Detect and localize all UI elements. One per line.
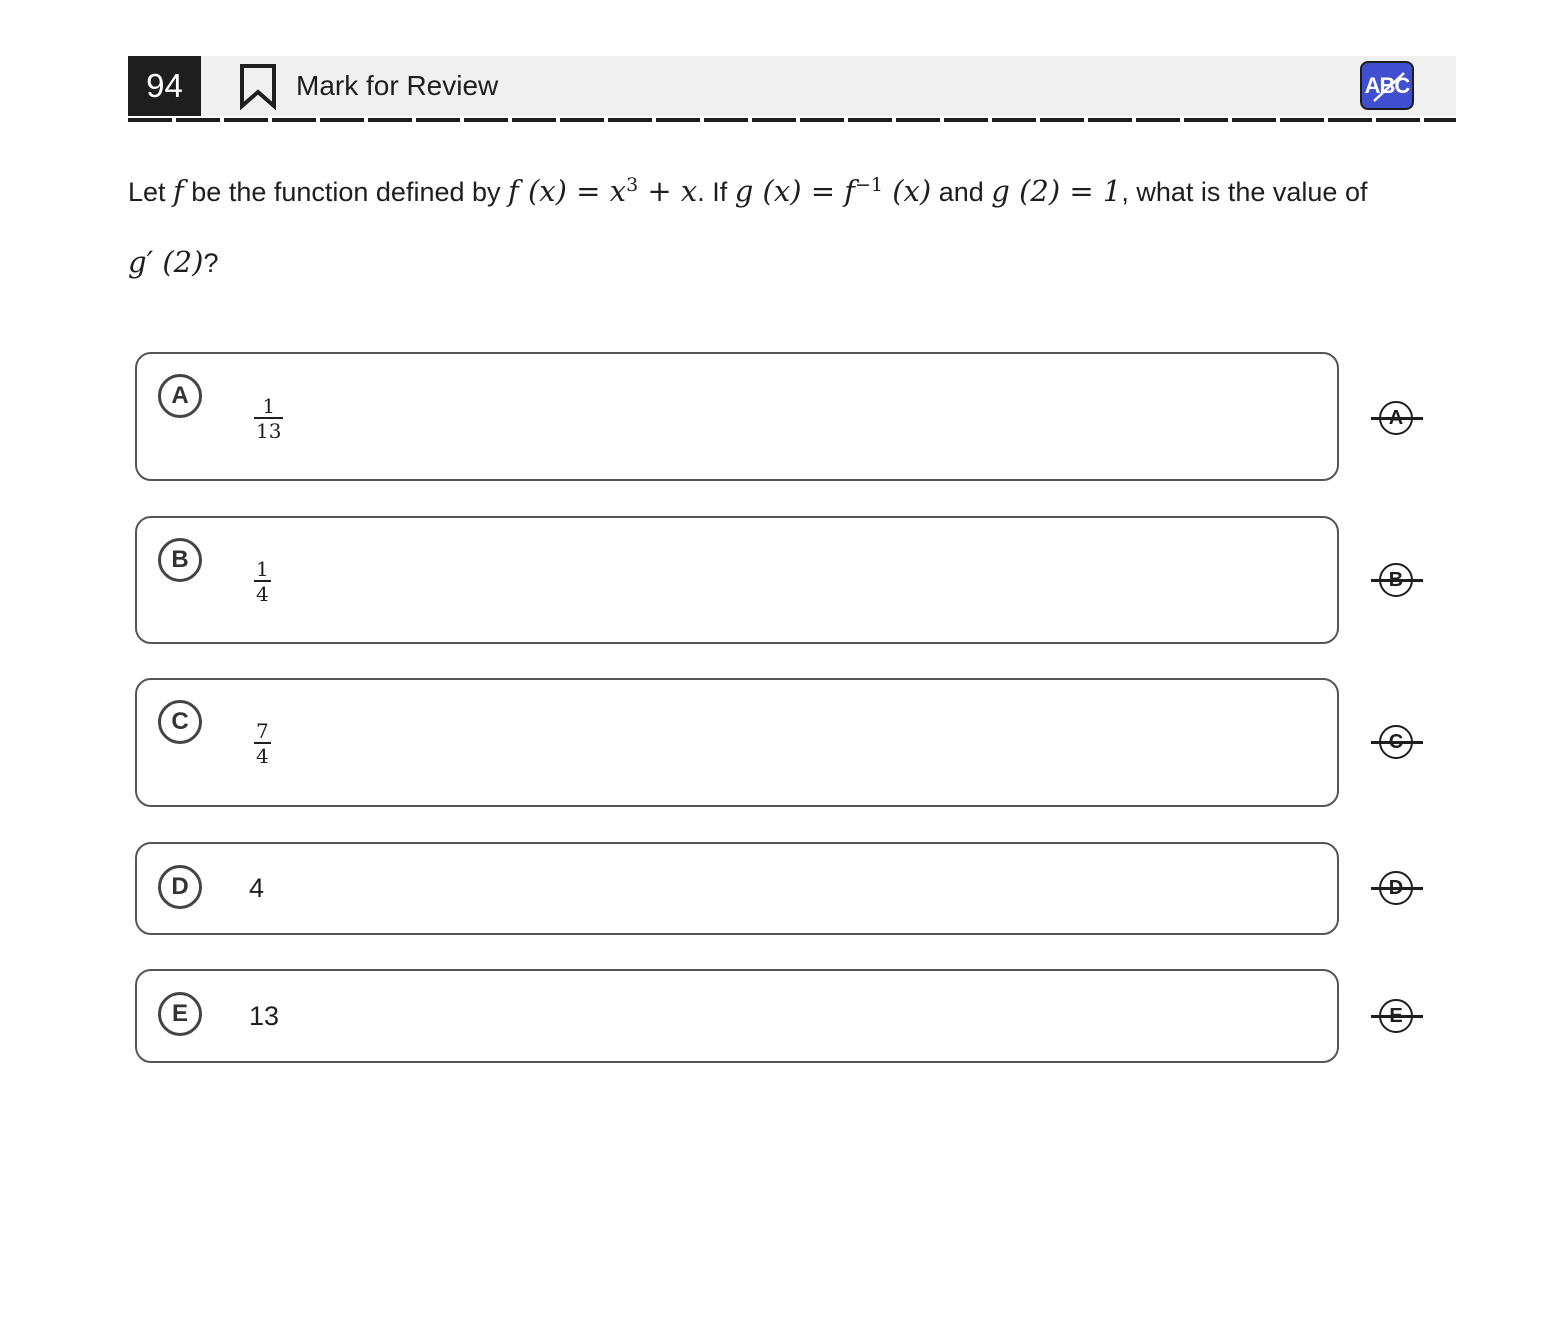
answer-choice-b[interactable]: B 1 4: [135, 516, 1339, 644]
strikethrough-icon: [1373, 72, 1405, 102]
choice-a-denominator: 13: [256, 418, 282, 443]
choice-letter-e: E: [158, 992, 202, 1036]
choice-c-fraction: 7 4: [254, 720, 271, 768]
header-dashed-divider: [128, 118, 1456, 122]
choice-a-numerator: 1: [262, 394, 276, 418]
choice-c-numerator: 7: [256, 719, 269, 743]
answer-choice-d[interactable]: D 4: [135, 842, 1339, 935]
strike-line: [1371, 417, 1423, 420]
answer-choice-c[interactable]: C 7 4: [135, 678, 1339, 807]
mark-for-review-button[interactable]: Mark for Review: [238, 56, 498, 116]
strike-line: [1371, 741, 1423, 744]
bookmark-icon: [240, 64, 276, 110]
answer-eliminator-toggle[interactable]: ABC: [1360, 61, 1414, 110]
question-number: 94: [128, 56, 201, 116]
choice-letter-b: B: [158, 538, 202, 582]
eliminate-choice-c-button[interactable]: C: [1371, 722, 1423, 762]
strike-line: [1371, 1015, 1423, 1018]
choice-b-denominator: 4: [256, 581, 269, 606]
choice-letter-a: A: [158, 374, 202, 418]
eliminate-choice-d-button[interactable]: D: [1371, 868, 1423, 908]
choice-letter-d: D: [158, 865, 202, 909]
choice-b-fraction: 1 4: [254, 558, 271, 606]
choice-letter-c: C: [158, 700, 202, 744]
answer-choice-e[interactable]: E 13: [135, 969, 1339, 1063]
choice-e-value: 13: [249, 1001, 280, 1031]
choice-a-fraction: 1 13: [254, 394, 284, 443]
eliminate-choice-b-button[interactable]: B: [1371, 560, 1423, 600]
choice-d-value: 4: [249, 873, 265, 903]
eliminate-choice-e-button[interactable]: E: [1371, 996, 1423, 1036]
answer-choice-a[interactable]: A 1 13: [135, 352, 1339, 481]
question-stem: Let f be the function defined by f (x) =…: [128, 174, 1368, 279]
choice-c-denominator: 4: [256, 743, 269, 768]
mark-for-review-label: Mark for Review: [296, 70, 499, 101]
eliminate-choice-a-button[interactable]: A: [1371, 398, 1423, 438]
strike-line: [1371, 579, 1423, 582]
strike-line: [1371, 887, 1423, 890]
question-header: 94 Mark for Review ABC: [128, 56, 1456, 116]
choice-b-numerator: 1: [256, 557, 269, 581]
